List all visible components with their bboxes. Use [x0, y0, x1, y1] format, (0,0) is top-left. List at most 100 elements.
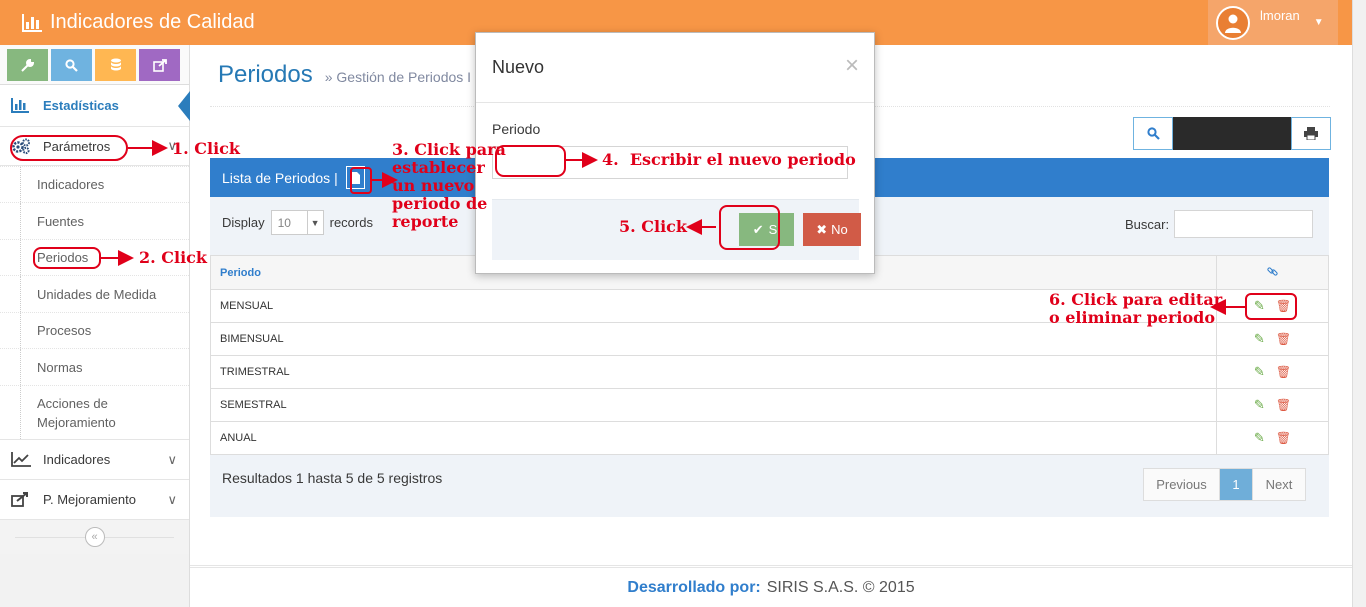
user-icon — [1225, 14, 1241, 33]
share-icon — [11, 492, 33, 507]
search-input[interactable] — [1174, 210, 1313, 238]
annotation-ring — [33, 247, 101, 269]
records-label: records — [329, 215, 373, 230]
next-button[interactable]: Next — [1253, 469, 1305, 500]
sidebar-item-acciones[interactable]: Acciones de Mejoramiento — [0, 385, 189, 439]
pencil-icon[interactable]: ✎ — [1254, 430, 1265, 446]
caret-down-icon: ▼ — [1313, 17, 1324, 28]
sidebar-item-label: Unidades de Medida — [37, 286, 157, 302]
user-name: lmoran — [1260, 8, 1300, 23]
records-select[interactable]: 10 ▼ — [270, 210, 324, 235]
shortcut-wrench-button[interactable] — [7, 49, 48, 81]
trash-icon[interactable]: 🗑 — [1276, 365, 1291, 379]
sidebar-item-mejoramiento[interactable]: P. Mejoramiento ∨ — [0, 480, 189, 520]
annotation-step-4: 4. Escribir el nuevo periodo — [602, 150, 856, 169]
sidebar-item-label: Acciones de Mejoramiento — [37, 395, 116, 430]
page-header: Periodos » Gestión de Periodos I — [218, 61, 471, 89]
periodo-label: Periodo — [492, 121, 541, 137]
sidebar-item-label: Indicadores — [43, 452, 111, 467]
previous-button[interactable]: Previous — [1144, 469, 1220, 500]
wrench-icon — [21, 58, 34, 72]
page-footer: Desarrollado por: SIRIS S.A.S. © 2015 — [190, 565, 1352, 607]
records-select-value: 10 — [277, 215, 291, 230]
actions-cell: ✎ 🗑 — [1216, 388, 1329, 422]
table-row: BIMENSUAL ✎ 🗑 — [210, 322, 1329, 356]
trash-icon[interactable]: 🗑 — [1276, 332, 1291, 346]
table-row: TRIMESTRAL ✎ 🗑 — [210, 355, 1329, 389]
table-footer: Resultados 1 hasta 5 de 5 registros Prev… — [210, 455, 1329, 517]
sidebar-item-indicadores[interactable]: Indicadores — [0, 166, 189, 202]
bar-chart-icon — [22, 13, 42, 32]
annotation-line: establecer — [392, 158, 485, 177]
table-row: SEMESTRAL ✎ 🗑 — [210, 388, 1329, 422]
periodos-table: Periodo MENSUAL ✎ 🗑 BIMENSUAL ✎ 🗑 TRIMESTR… — [210, 255, 1329, 455]
periodo-cell: ANUAL — [210, 421, 1217, 455]
pencil-icon[interactable]: ✎ — [1254, 331, 1265, 347]
scrollbar[interactable] — [1352, 0, 1366, 607]
trash-icon[interactable]: 🗑 — [1276, 431, 1291, 445]
shortcut-database-button[interactable] — [95, 49, 136, 81]
sidebar-item-normas[interactable]: Normas — [0, 348, 189, 385]
shortcut-share-button[interactable] — [139, 49, 180, 81]
sidebar-shortcuts — [0, 45, 189, 85]
sidebar-item-label: Normas — [37, 359, 83, 375]
annotation-ring — [350, 167, 372, 194]
annotation-step-2: 2. Click — [139, 248, 207, 267]
annotation-ring — [1245, 293, 1297, 320]
table-tools — [1133, 117, 1331, 150]
double-chevron-left-icon[interactable]: « — [84, 527, 105, 547]
sidebar-item-label: P. Mejoramiento — [43, 492, 136, 507]
search-button[interactable] — [1133, 117, 1173, 150]
pencil-icon[interactable]: ✎ — [1254, 364, 1265, 380]
annotation-step-1: 1. Click — [172, 139, 240, 158]
results-info: Resultados 1 hasta 5 de 5 registros — [222, 470, 443, 486]
annotation-ring — [10, 135, 128, 161]
actions-cell: ✎ 🗑 — [1216, 421, 1329, 455]
shortcut-search-button[interactable] — [51, 49, 92, 81]
print-button[interactable] — [1291, 117, 1331, 150]
app-title: Indicadores de Calidad — [50, 11, 255, 33]
developed-by-label: Desarrollado por: — [627, 578, 761, 596]
avatar — [1216, 5, 1250, 40]
no-label: No — [831, 222, 848, 237]
page-title: Periodos — [218, 61, 313, 88]
column-header-actions — [1216, 255, 1329, 290]
redacted-button[interactable] — [1173, 117, 1291, 150]
pagination: Previous 1 Next — [1143, 468, 1306, 501]
table-row: ANUAL ✎ 🗑 — [210, 421, 1329, 455]
pencil-icon[interactable]: ✎ — [1254, 397, 1265, 413]
annotation-step-6: 6. Click para editar o eliminar periodo — [1049, 291, 1222, 327]
link-icon — [1267, 266, 1278, 276]
sidebar-item-procesos[interactable]: Procesos — [0, 312, 189, 348]
sidebar-item-estadisticas[interactable]: Estadísticas — [0, 85, 190, 127]
annotation-step-3: 3. Click para establecer un nuevo period… — [392, 141, 506, 231]
chevron-down-icon: ▼ — [306, 211, 323, 234]
sidebar-item-label: Estadísticas — [43, 98, 119, 113]
close-icon[interactable]: × — [845, 52, 859, 80]
search-icon — [65, 58, 78, 72]
share-icon — [152, 58, 167, 72]
sidebar-item-label: Indicadores — [37, 177, 105, 192]
line-chart-icon — [11, 452, 33, 467]
sidebar-item-fuentes[interactable]: Fuentes — [0, 202, 189, 239]
actions-cell: ✎ 🗑 — [1216, 322, 1329, 356]
annotation-line: reporte — [392, 212, 459, 231]
database-icon — [110, 58, 121, 71]
user-menu[interactable]: lmoran ▼ — [1208, 0, 1338, 45]
modal-title: Nuevo — [476, 33, 874, 103]
times-icon: ✖ — [816, 221, 828, 237]
display-control: Display 10 ▼ records — [222, 210, 373, 235]
sidebar-item-unidades[interactable]: Unidades de Medida — [0, 275, 189, 312]
page-1-button[interactable]: 1 — [1220, 469, 1253, 500]
annotation-line: 3. Click para — [392, 140, 506, 159]
search-label: Buscar: — [1125, 217, 1170, 232]
sidebar-item-indicadores-menu[interactable]: Indicadores ∨ — [0, 440, 189, 480]
brand[interactable]: Indicadores de Calidad — [22, 11, 255, 34]
display-label: Display — [222, 215, 265, 230]
no-button[interactable]: ✖ No — [803, 213, 861, 246]
search-icon — [1146, 127, 1160, 140]
actions-cell: ✎ 🗑 — [1216, 355, 1329, 389]
trash-icon[interactable]: 🗑 — [1276, 398, 1291, 412]
periodo-cell: BIMENSUAL — [210, 322, 1217, 356]
chevron-down-icon: ∨ — [167, 491, 177, 507]
